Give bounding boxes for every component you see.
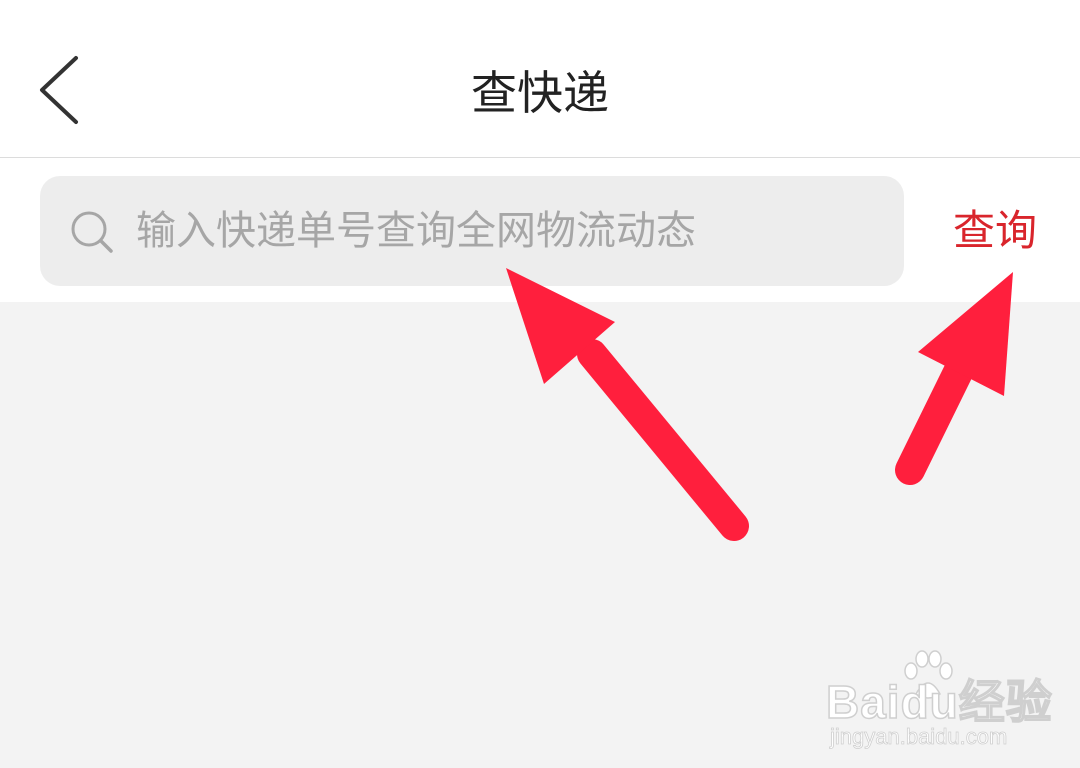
search-icon — [71, 211, 113, 253]
tracking-number-input[interactable] — [136, 196, 876, 266]
watermark-logo-text: Baidu经验 — [825, 675, 1053, 729]
page-title: 查快递 — [471, 66, 609, 120]
paw-logo-icon — [904, 650, 953, 699]
query-button[interactable]: 查询 — [930, 196, 1060, 266]
arrow-shaft — [895, 341, 981, 485]
watermark-url: jingyan.baidu.com — [830, 724, 1008, 750]
search-box[interactable] — [40, 176, 904, 286]
arrow-shaft — [577, 339, 749, 541]
search-section: 查询 — [0, 158, 1080, 302]
chevron-left-icon — [40, 56, 78, 124]
express-query-screen: 查快递 查询 Baidu经验 jingyan.ba — [0, 0, 1080, 768]
baidu-jingyan-watermark: Baidu经验 jingyan.baidu.com — [825, 650, 1066, 750]
back-button[interactable] — [22, 40, 102, 140]
arrow-to-search-input — [506, 268, 749, 541]
navigation-bar: 查快递 — [0, 0, 1080, 158]
